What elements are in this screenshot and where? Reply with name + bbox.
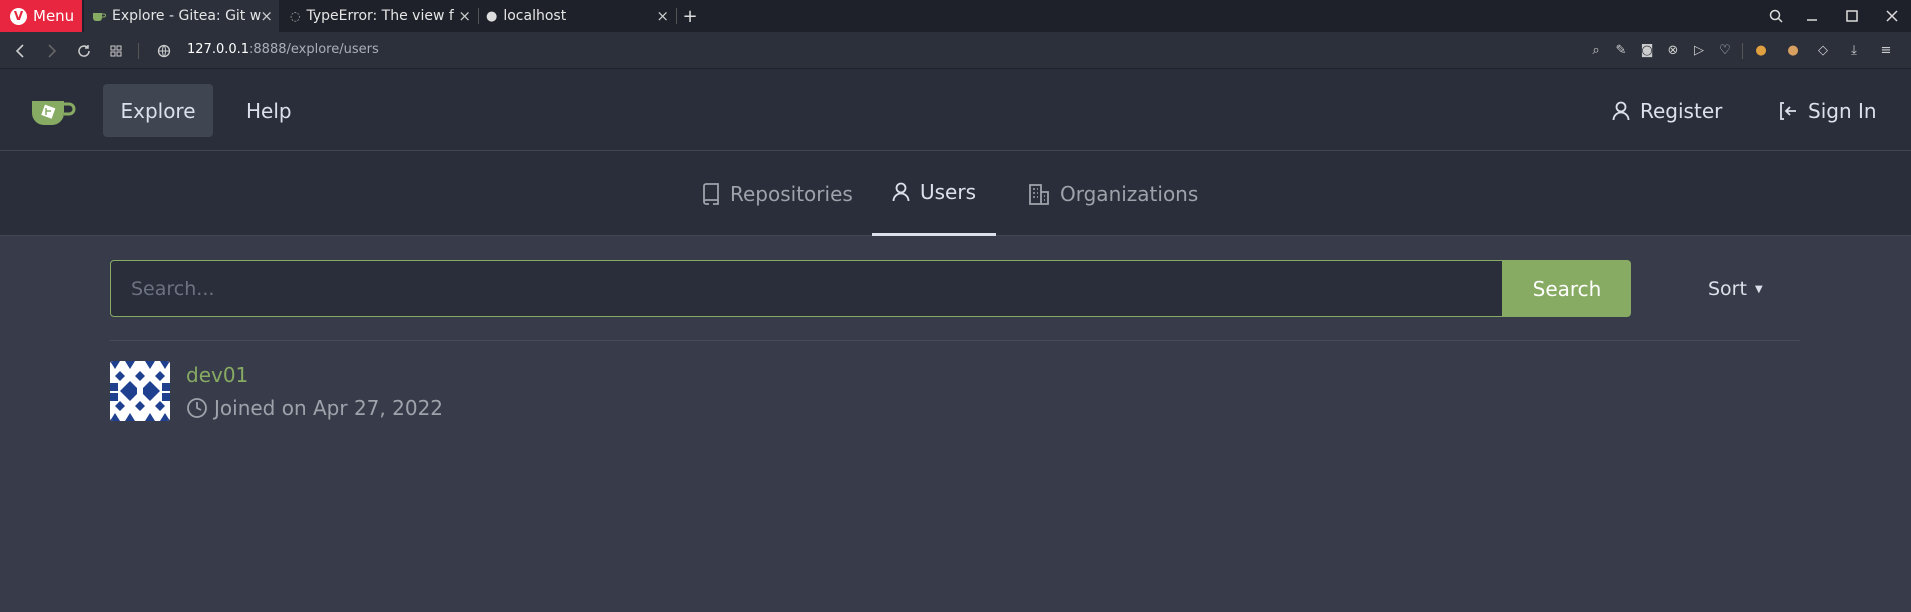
tab-organizations[interactable]: Organizations bbox=[1008, 151, 1218, 236]
tab-close-icon[interactable]: × bbox=[458, 7, 471, 25]
tab-label: Users bbox=[920, 180, 977, 204]
caret-down-icon: ▼ bbox=[1754, 283, 1763, 295]
joined-text: Joined on Apr 27, 2022 bbox=[214, 396, 444, 420]
url-host: 127.0.0.1 bbox=[187, 42, 250, 57]
nav-help[interactable]: Help bbox=[230, 84, 308, 137]
url-field[interactable]: 127.0.0.1:8888/explore/users bbox=[187, 42, 379, 57]
download-icon[interactable]: ⤓ bbox=[1846, 42, 1862, 58]
search-button[interactable]: Search bbox=[1503, 260, 1631, 317]
cookie-icon[interactable]: ● bbox=[1785, 42, 1801, 58]
explore-tabs: Repositories Users Organizations bbox=[0, 151, 1911, 236]
sign-in-link[interactable]: Sign In bbox=[1778, 84, 1877, 137]
repo-icon bbox=[702, 182, 720, 205]
vivaldi-logo-icon: V bbox=[10, 7, 27, 25]
extension-icon[interactable]: ● bbox=[1753, 42, 1769, 58]
sort-label: Sort bbox=[1708, 278, 1747, 300]
new-tab-button[interactable]: + bbox=[675, 0, 705, 32]
tab-separator bbox=[478, 8, 479, 24]
tab-title: TypeError: The view f bbox=[306, 8, 454, 24]
clock-icon bbox=[186, 397, 208, 419]
browser-address-bar: 127.0.0.1:8888/explore/users ⌕ ✎ ◙ ⊗ ▷ ♡… bbox=[0, 32, 1911, 69]
browser-tab-typeerror[interactable]: ◌ TypeError: The view f × bbox=[282, 0, 477, 32]
forward-icon[interactable] bbox=[40, 32, 64, 69]
tab-label: Repositories bbox=[730, 181, 853, 206]
browser-tab-localhost[interactable]: ● localhost × bbox=[480, 0, 675, 32]
site-info-icon[interactable] bbox=[152, 32, 176, 69]
zoom-icon[interactable]: ⌕ bbox=[1588, 42, 1604, 58]
sort-dropdown[interactable]: Sort ▼ bbox=[1708, 278, 1763, 300]
separator bbox=[138, 43, 139, 59]
tab-title: localhost bbox=[503, 8, 567, 24]
cube-icon[interactable]: ◇ bbox=[1815, 42, 1831, 58]
tab-title: Explore - Gitea: Git w bbox=[112, 8, 262, 24]
globe-icon: ● bbox=[486, 8, 498, 24]
browser-menu-button[interactable]: V Menu bbox=[0, 0, 82, 32]
person-icon bbox=[892, 182, 910, 202]
loading-spinner-icon: ◌ bbox=[290, 9, 301, 23]
block-icon[interactable]: ⊗ bbox=[1665, 42, 1681, 58]
back-icon[interactable] bbox=[8, 32, 32, 69]
register-link[interactable]: Register bbox=[1612, 84, 1722, 137]
camera-icon[interactable]: ◙ bbox=[1639, 42, 1655, 58]
gitea-navbar: Explore Help Register Sign In bbox=[0, 69, 1911, 151]
search-form: Search bbox=[110, 260, 1631, 317]
browser-tab-explore[interactable]: Explore - Gitea: Git w × bbox=[84, 0, 279, 32]
separator bbox=[1742, 43, 1743, 59]
tiles-icon[interactable] bbox=[104, 32, 128, 69]
divider bbox=[110, 340, 1800, 341]
joined-date: Joined on Apr 27, 2022 bbox=[186, 396, 443, 420]
avatar[interactable] bbox=[110, 361, 170, 421]
tab-label: Organizations bbox=[1060, 181, 1199, 206]
tab-close-icon[interactable]: × bbox=[656, 7, 669, 25]
menu-label: Menu bbox=[33, 7, 75, 25]
register-label: Register bbox=[1640, 98, 1723, 123]
list-item: dev01 Joined on Apr 27, 2022 bbox=[110, 361, 710, 423]
search-tabs-icon[interactable] bbox=[1761, 0, 1791, 32]
organization-icon bbox=[1028, 183, 1050, 205]
gitea-logo-icon[interactable] bbox=[30, 97, 76, 127]
reload-icon[interactable] bbox=[72, 32, 96, 69]
heart-icon[interactable]: ♡ bbox=[1717, 42, 1733, 58]
username-link[interactable]: dev01 bbox=[186, 363, 248, 387]
tab-repositories[interactable]: Repositories bbox=[682, 151, 873, 236]
maximize-icon[interactable] bbox=[1837, 0, 1867, 32]
nav-explore[interactable]: Explore bbox=[103, 84, 213, 137]
search-input[interactable] bbox=[110, 260, 1503, 317]
close-window-icon[interactable] bbox=[1877, 0, 1907, 32]
sign-in-label: Sign In bbox=[1808, 98, 1877, 123]
minimize-icon[interactable] bbox=[1797, 0, 1827, 32]
url-path: :8888/explore/users bbox=[249, 42, 379, 57]
tab-close-icon[interactable]: × bbox=[260, 7, 273, 25]
edit-icon[interactable]: ✎ bbox=[1613, 42, 1629, 58]
send-icon[interactable]: ▷ bbox=[1691, 42, 1707, 58]
tab-users[interactable]: Users bbox=[872, 151, 997, 236]
person-icon bbox=[1612, 101, 1630, 121]
browser-tab-bar: V Menu Explore - Gitea: Git w × ◌ TypeEr… bbox=[0, 0, 1911, 32]
sign-in-icon bbox=[1778, 101, 1798, 121]
panel-menu-icon[interactable]: ≡ bbox=[1878, 42, 1894, 58]
gitea-favicon-icon bbox=[92, 11, 106, 21]
